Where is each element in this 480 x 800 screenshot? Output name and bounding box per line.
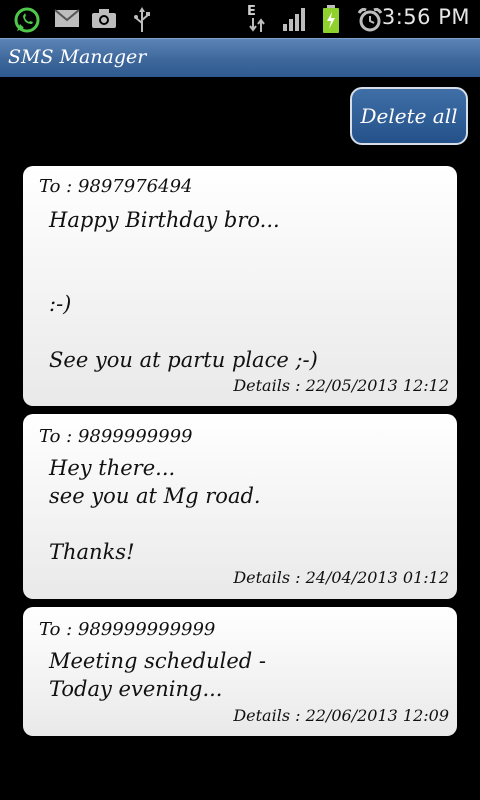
- clock-time: 3:56 PM: [381, 5, 470, 29]
- message-body: Hey there... see you at Mg road. Thanks!: [49, 456, 261, 564]
- data-arrows-icon: [249, 18, 265, 32]
- app-title-bar: SMS Manager: [0, 38, 480, 77]
- message-recipient: To : 9897976494: [39, 176, 193, 197]
- message-body: Meeting scheduled - Today evening...: [49, 649, 266, 701]
- message-card[interactable]: To : 989999999999 Meeting scheduled - To…: [23, 607, 457, 736]
- signal-icon: [283, 8, 305, 31]
- message-details: Details : 22/06/2013 12:09: [233, 706, 449, 725]
- whatsapp-icon: [14, 7, 40, 33]
- message-details: Details : 24/04/2013 01:12: [233, 568, 449, 587]
- usb-icon: [134, 7, 150, 32]
- gmail-icon: [54, 9, 80, 27]
- network-type-label: E: [247, 4, 256, 19]
- status-bar: E 3:56 PM: [0, 0, 480, 38]
- alarm-icon: [357, 7, 383, 32]
- camera-icon: [92, 9, 116, 28]
- delete-all-button[interactable]: Delete all: [350, 87, 468, 145]
- message-details: Details : 22/05/2013 12:12: [233, 376, 449, 395]
- message-card[interactable]: To : 9897976494 Happy Birthday bro... :-…: [23, 166, 457, 406]
- message-recipient: To : 9899999999: [39, 426, 193, 447]
- message-card[interactable]: To : 9899999999 Hey there... see you at …: [23, 414, 457, 599]
- app-title: SMS Manager: [8, 46, 147, 68]
- battery-icon: [323, 5, 339, 33]
- message-recipient: To : 989999999999: [39, 619, 216, 640]
- message-body: Happy Birthday bro... :-) See you at par…: [49, 208, 318, 372]
